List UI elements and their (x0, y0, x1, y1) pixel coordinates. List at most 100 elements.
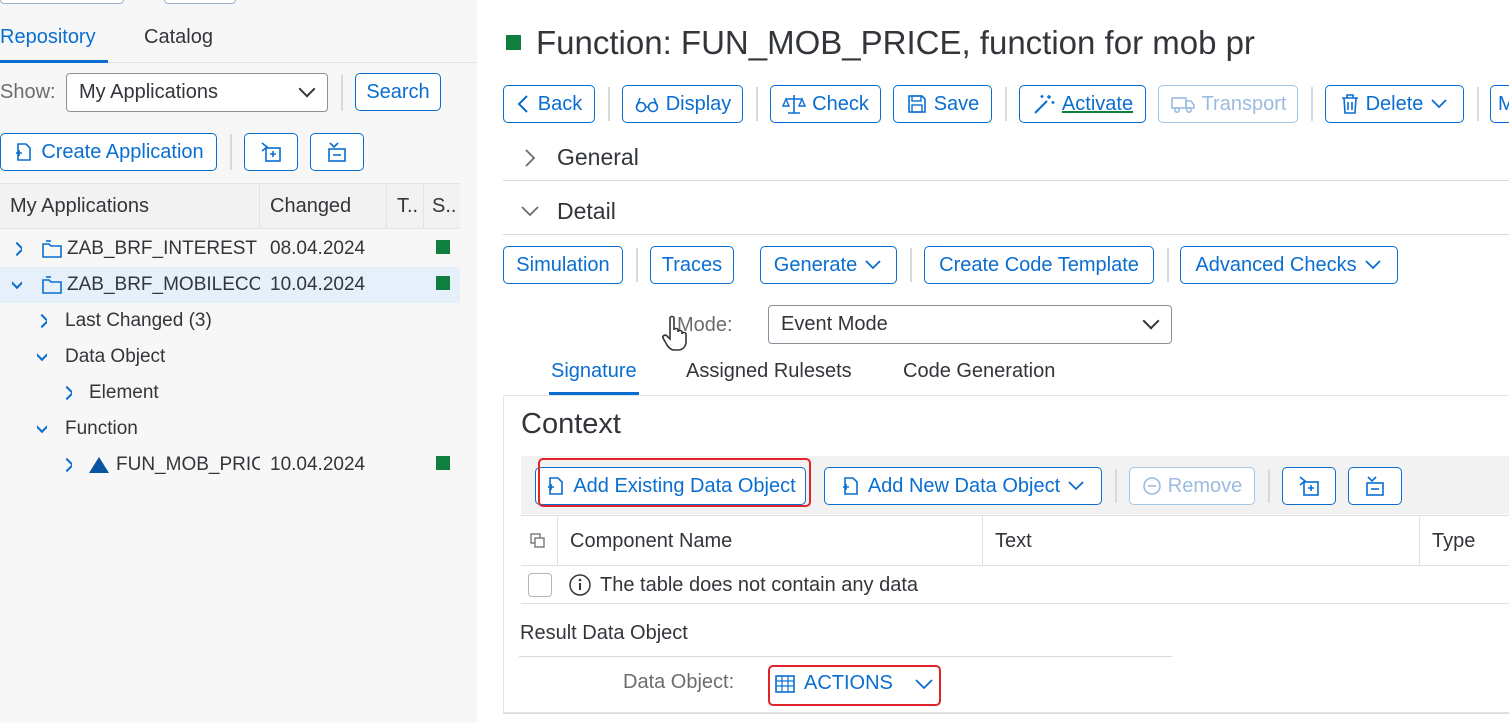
toolbar-separator (756, 87, 758, 121)
table-row-selected[interactable]: ZAB_BRF_MOBILECO 10.04.2024 (0, 267, 460, 303)
create-code-template-button[interactable]: Create Code Template (924, 246, 1154, 284)
chevron-down-icon (865, 260, 881, 270)
page-title: Function: FUN_MOB_PRICE, function for mo… (536, 24, 1255, 61)
section-detail[interactable]: Detail (557, 198, 616, 225)
delete-button[interactable]: Delete (1325, 85, 1464, 123)
toolbar-separator (1115, 469, 1117, 503)
display-button[interactable]: Display (622, 85, 743, 123)
more-button[interactable]: M (1490, 85, 1509, 123)
column-component-name[interactable]: Component Name (558, 516, 983, 566)
table-row[interactable]: ZAB_BRF_INTEREST 08.04.2024 (0, 231, 460, 267)
toolbar-separator (1268, 469, 1270, 503)
show-select[interactable]: My Applications (66, 73, 328, 112)
column-text[interactable]: Text (983, 516, 1420, 566)
remove-button[interactable]: Remove (1129, 467, 1255, 505)
tab-repository[interactable]: Repository (0, 26, 96, 49)
collapse-all-icon (328, 142, 346, 162)
row-name: ZAB_BRF_MOBILECO (67, 274, 260, 295)
advanced-checks-button[interactable]: Advanced Checks (1180, 246, 1398, 284)
tab-signature[interactable]: Signature (551, 360, 637, 383)
row-checkbox[interactable] (528, 573, 552, 597)
chevron-right-icon[interactable] (12, 241, 22, 257)
generate-button[interactable]: Generate (760, 246, 897, 284)
scale-icon (782, 95, 807, 114)
table-row[interactable]: FUN_MOB_PRICE 10.04.2024 (0, 447, 460, 483)
chevron-down-icon (1142, 312, 1160, 329)
status-active-icon (436, 240, 450, 254)
top-button-stub-1[interactable] (0, 0, 124, 4)
column-type[interactable]: T.. (387, 184, 424, 228)
data-object-label: Data Object: (623, 671, 735, 693)
section-divider (503, 713, 1509, 714)
back-label: Back (537, 92, 583, 115)
select-all-cell[interactable] (521, 516, 558, 566)
mode-select[interactable]: Event Mode (768, 305, 1172, 344)
toolbar-separator (608, 87, 610, 121)
top-button-stub-2[interactable] (164, 0, 236, 4)
chevron-right-icon[interactable] (37, 313, 47, 329)
expand-all-button[interactable] (244, 133, 298, 171)
toolbar-separator (910, 248, 912, 282)
chevron-down-icon[interactable] (37, 346, 47, 362)
tab-code-generation[interactable]: Code Generation (903, 360, 1055, 383)
tab-catalog[interactable]: Catalog (144, 26, 213, 49)
add-document-icon (16, 143, 32, 161)
row-name: Last Changed (3) (65, 310, 212, 331)
simulation-button[interactable]: Simulation (503, 246, 623, 284)
column-my-applications[interactable]: My Applications (0, 184, 260, 228)
back-button[interactable]: Back (503, 85, 595, 123)
advanced-checks-label: Advanced Checks (1195, 253, 1357, 276)
collapse-all-icon (1366, 476, 1384, 496)
collapse-all-button[interactable] (310, 133, 364, 171)
table-row[interactable]: Function (0, 411, 460, 447)
column-type[interactable]: Type (1420, 516, 1509, 566)
column-status[interactable]: S.. (424, 184, 460, 228)
add-new-data-object-button[interactable]: Add New Data Object (824, 467, 1102, 505)
tab-active-indicator (0, 60, 108, 63)
activate-button[interactable]: Activate (1019, 85, 1146, 123)
chevron-down-icon[interactable] (519, 204, 541, 218)
row-name: Function (65, 418, 138, 439)
expand-all-button[interactable] (1282, 467, 1336, 505)
copy-icon[interactable] (529, 532, 547, 550)
create-application-button[interactable]: Create Application (0, 133, 217, 171)
application-icon (42, 240, 62, 258)
repository-pane: Repository Catalog Show: My Applications… (0, 0, 477, 723)
section-divider (503, 180, 1509, 181)
table-row[interactable]: Last Changed (3) (0, 303, 460, 339)
glasses-icon (635, 97, 659, 113)
row-name: ZAB_BRF_INTEREST (67, 238, 258, 259)
magic-wand-icon (1034, 95, 1055, 114)
transport-button[interactable]: Transport (1158, 85, 1298, 123)
save-button[interactable]: Save (893, 85, 992, 123)
add-document-icon (842, 477, 858, 495)
check-label: Check (812, 92, 869, 115)
collapse-all-button[interactable] (1348, 467, 1402, 505)
chevron-right-icon[interactable] (62, 385, 72, 401)
application-icon (42, 276, 62, 294)
chevron-down-icon (1431, 99, 1448, 109)
chevron-right-icon[interactable] (523, 147, 537, 169)
tree-table-header: My Applications Changed T.. S.. (0, 183, 460, 229)
status-active-icon (436, 276, 450, 290)
remove-label: Remove (1167, 474, 1243, 497)
chevron-down-icon[interactable] (37, 418, 47, 434)
row-name: Element (89, 382, 159, 403)
table-row[interactable]: Data Object (0, 339, 460, 375)
chevron-down-icon[interactable] (12, 274, 22, 290)
column-changed[interactable]: Changed (260, 184, 387, 228)
row-name: Data Object (65, 346, 166, 367)
section-general[interactable]: General (557, 144, 639, 171)
row-changed: 10.04.2024 (270, 274, 366, 295)
traces-button[interactable]: Traces (650, 246, 734, 284)
truck-icon (1170, 97, 1195, 114)
chevron-left-icon (517, 95, 528, 113)
minus-circle-icon (1142, 477, 1161, 495)
expand-all-icon (261, 142, 281, 162)
table-row[interactable]: Element (0, 375, 460, 411)
tab-assigned-rulesets[interactable]: Assigned Rulesets (686, 360, 852, 383)
check-button[interactable]: Check (770, 85, 881, 123)
row-changed: 10.04.2024 (270, 454, 366, 475)
search-button[interactable]: Search (355, 73, 441, 111)
chevron-right-icon[interactable] (62, 457, 72, 473)
